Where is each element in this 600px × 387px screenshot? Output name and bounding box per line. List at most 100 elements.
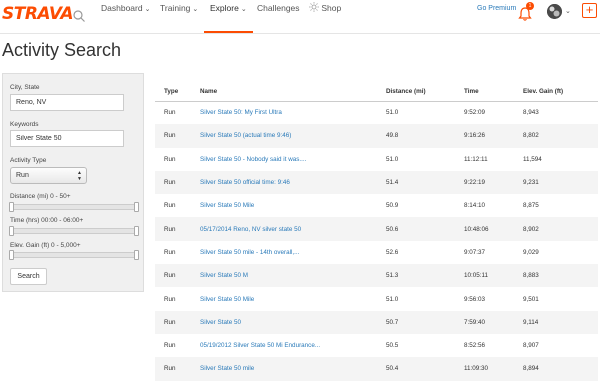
time-cell: 9:22:19 (464, 170, 523, 195)
search-form: City, State Keywords Activity Type Run ▲… (2, 73, 144, 292)
time-cell: 11:09:30 (464, 357, 523, 381)
distance-max-handle[interactable] (134, 202, 139, 212)
distance-cell: 50.6 (386, 217, 464, 241)
results-table: Type Name Distance (mi) Time Elev. Gain … (155, 83, 598, 381)
activity-name-link[interactable]: Silver State 50 (actual time 9:46) (200, 124, 386, 148)
search-icon[interactable] (72, 9, 86, 23)
activity-name-link[interactable]: 05/17/2014 Reno, NV silver state 50 (200, 217, 386, 241)
col-elev-header: Elev. Gain (ft) (523, 83, 598, 102)
elev-gain-cell: 8,875 (523, 194, 598, 218)
time-cell: 8:14:10 (464, 194, 523, 218)
activity-type-value: Run (16, 172, 29, 179)
strava-logo[interactable]: STRAVA (2, 4, 74, 24)
time-cell: 9:16:26 (464, 124, 523, 148)
time-min-handle[interactable] (9, 226, 14, 236)
elev-min-handle[interactable] (9, 250, 14, 260)
keywords-input[interactable] (10, 130, 124, 147)
distance-min-handle[interactable] (9, 202, 14, 212)
type-cell: Run (155, 101, 200, 125)
col-name-header: Name (200, 83, 386, 102)
type-cell: Run (155, 310, 200, 334)
distance-cell: 51.0 (386, 287, 464, 311)
elev-slider[interactable] (9, 250, 139, 260)
elev-gain-cell: 11,594 (523, 147, 598, 171)
add-activity-button[interactable]: + (582, 3, 597, 18)
type-cell: Run (155, 124, 200, 148)
time-cell: 8:52:56 (464, 333, 523, 358)
nav-challenges[interactable]: Challenges (257, 0, 300, 33)
activity-name-link[interactable]: Silver State 50 mile - 14th overall,... (200, 240, 386, 265)
type-cell: Run (155, 333, 200, 358)
elev-gain-cell: 8,943 (523, 101, 598, 125)
activity-name-link[interactable]: Silver State 50: My First Ultra (200, 101, 386, 125)
sun-icon (309, 2, 319, 12)
type-cell: Run (155, 194, 200, 218)
table-header-row: Type Name Distance (mi) Time Elev. Gain … (155, 83, 598, 102)
activity-name-link[interactable]: Silver State 50 Mile (200, 287, 386, 311)
table-row: Run Silver State 50 50.7 7:59:40 9,114 (155, 310, 598, 334)
nav-dashboard[interactable]: Dashboard ⌄ (101, 0, 150, 33)
city-input[interactable] (10, 94, 124, 111)
col-time-header: Time (464, 83, 523, 102)
chevron-down-icon[interactable]: ⌄ (565, 7, 571, 15)
table-row: Run Silver State 50 Mile 50.9 8:14:10 8,875 (155, 194, 598, 218)
user-avatar-icon (547, 4, 562, 19)
notification-badge: 1 (526, 2, 534, 10)
elev-gain-cell: 9,231 (523, 170, 598, 195)
elev-gain-cell: 8,894 (523, 357, 598, 381)
col-type-header: Type (155, 83, 200, 102)
nav-challenges-label: Challenges (257, 3, 300, 13)
time-cell: 10:05:11 (464, 264, 523, 288)
distance-cell: 50.7 (386, 310, 464, 334)
elev-max-handle[interactable] (134, 250, 139, 260)
activity-type-label: Activity Type (10, 157, 47, 164)
type-cell: Run (155, 240, 200, 265)
elev-gain-cell: 9,501 (523, 287, 598, 311)
table-row: Run Silver State 50 official time: 9:46 51… (155, 170, 598, 195)
avatar[interactable] (547, 4, 562, 19)
type-cell: Run (155, 170, 200, 195)
distance-label: Distance (mi) 0 - 50+ (10, 193, 71, 200)
elev-label: Elev. Gain (ft) 0 - 5,000+ (10, 242, 81, 249)
activity-name-link[interactable]: Silver State 50 M (200, 264, 386, 288)
activity-name-link[interactable]: Silver State 50 mile (200, 357, 386, 381)
page-title: Activity Search (2, 40, 122, 60)
chevron-down-icon: ⌄ (240, 6, 247, 13)
distance-cell: 52.6 (386, 240, 464, 265)
time-max-handle[interactable] (134, 226, 139, 236)
activity-type-select[interactable]: Run ▲ ▼ (10, 167, 87, 184)
distance-cell: 51.0 (386, 101, 464, 125)
nav-explore-label: Explore (210, 3, 239, 13)
table-row: Run Silver State 50 M 51.3 10:05:11 8,883 (155, 264, 598, 288)
distance-cell: 50.4 (386, 357, 464, 381)
distance-cell: 51.3 (386, 264, 464, 288)
table-row: Run Silver State 50 (actual time 9:46) 49.… (155, 124, 598, 148)
time-label: Time (hrs) 00:00 - 06:00+ (10, 217, 84, 224)
activity-name-link[interactable]: Silver State 50 Mile (200, 194, 386, 218)
city-label: City, State (10, 84, 40, 91)
table-row: Run Silver State 50 mile 50.4 11:09:30 8,894 (155, 357, 598, 381)
nav-explore[interactable]: Explore ⌄ (204, 0, 253, 33)
type-cell: Run (155, 147, 200, 171)
table-row: Run Silver State 50 mile - 14th overall,.… (155, 240, 598, 265)
keywords-label: Keywords (10, 121, 39, 128)
distance-cell: 50.5 (386, 333, 464, 358)
distance-cell: 51.0 (386, 147, 464, 171)
time-slider[interactable] (9, 226, 139, 236)
table-row: Run Silver State 50: My First Ultra 51.0 9:… (155, 101, 598, 125)
activity-name-link[interactable]: Silver State 50 (200, 310, 386, 334)
activity-name-link[interactable]: 05/19/2012 Silver State 50 Mi Endurance.… (200, 333, 386, 358)
elev-gain-cell: 9,114 (523, 310, 598, 334)
go-premium-link[interactable]: Go Premium (477, 5, 516, 12)
search-button[interactable]: Search (10, 268, 47, 285)
type-cell: Run (155, 287, 200, 311)
nav-shop[interactable]: Shop (309, 0, 341, 33)
activity-name-link[interactable]: Silver State 50 official time: 9:46 (200, 170, 386, 195)
distance-slider[interactable] (9, 202, 139, 212)
activity-name-link[interactable]: Silver State 50 - Nobody said it was.... (200, 147, 386, 171)
elev-gain-cell: 8,902 (523, 217, 598, 241)
select-arrows-icon: ▲ ▼ (77, 170, 82, 182)
nav-training[interactable]: Training ⌄ (160, 0, 198, 33)
distance-cell: 50.9 (386, 194, 464, 218)
results-body: Run Silver State 50: My First Ultra 51.0 9:… (155, 101, 598, 381)
